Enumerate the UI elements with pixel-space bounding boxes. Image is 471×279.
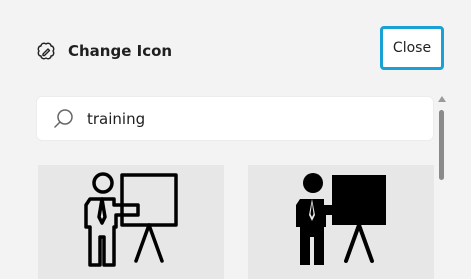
scrollbar[interactable]	[437, 96, 447, 279]
search-box[interactable]	[36, 96, 434, 141]
scroll-up-arrow-icon[interactable]	[438, 96, 446, 102]
icon-result-outline[interactable]	[38, 165, 224, 279]
close-button[interactable]: Close	[380, 26, 444, 70]
search-input[interactable]	[87, 97, 417, 140]
icon-result-filled[interactable]	[248, 165, 434, 279]
presentation-outline-icon	[84, 172, 178, 267]
change-icon-panel: Change Icon Close	[0, 0, 471, 279]
dialog-title: Change Icon	[68, 42, 173, 60]
change-icon-icon	[36, 41, 56, 61]
presentation-filled-icon	[296, 173, 386, 265]
scroll-thumb[interactable]	[439, 110, 444, 180]
search-icon	[53, 108, 75, 130]
